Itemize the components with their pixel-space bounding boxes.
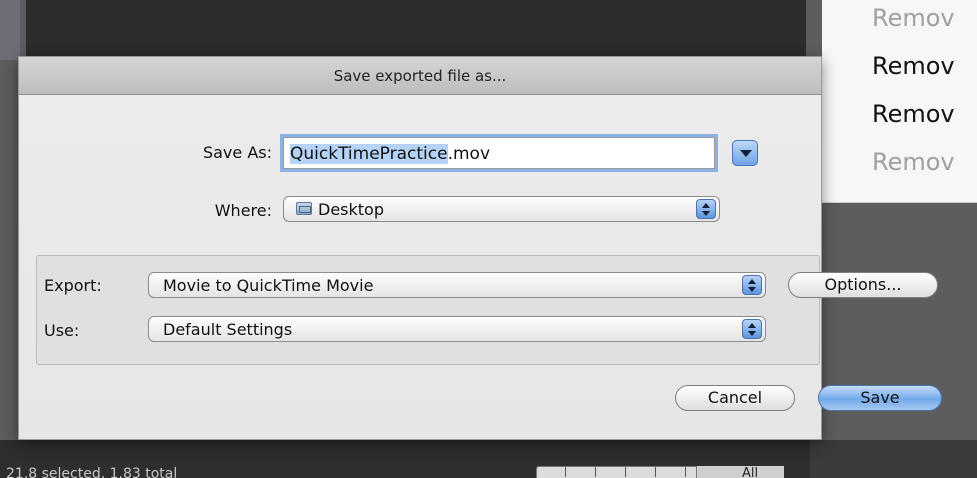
expand-dialog-button[interactable] (732, 140, 758, 166)
folder-icon (296, 202, 312, 215)
list-item[interactable]: Remov (872, 4, 955, 32)
cancel-button[interactable]: Cancel (675, 385, 795, 411)
use-value: Default Settings (163, 320, 293, 339)
where-label: Where: (214, 201, 272, 220)
timeline-tick (685, 467, 686, 477)
save-dialog: Save exported file as... (18, 56, 822, 440)
updown-arrows-icon (742, 275, 762, 295)
timeline-all-area (696, 466, 784, 478)
filename-input[interactable]: QuickTimePractice.mov (283, 137, 715, 169)
dialog-title: Save exported file as... (333, 67, 507, 85)
timeline-tick (655, 467, 656, 477)
use-popup[interactable]: Default Settings (148, 316, 766, 342)
export-value: Movie to QuickTime Movie (163, 276, 374, 295)
export-label: Export: (44, 276, 102, 295)
save-as-label: Save As: (202, 143, 272, 162)
side-list: Remov Remov Remov Remov (822, 0, 977, 203)
selection-status-text: 21.8 selected, 1.83 total (6, 466, 178, 478)
where-popup[interactable]: Desktop (283, 196, 720, 222)
updown-arrows-icon (742, 319, 762, 339)
save-button[interactable]: Save (818, 385, 942, 411)
list-item[interactable]: Remov (872, 100, 955, 128)
timeline-tick (595, 467, 596, 477)
background-left-edge (0, 0, 20, 60)
background-panel (26, 0, 806, 62)
timeline-all-button[interactable]: All (742, 466, 758, 478)
export-popup[interactable]: Movie to QuickTime Movie (148, 272, 766, 298)
filename-extension: .mov (447, 144, 491, 164)
updown-arrows-icon (696, 199, 716, 219)
dialog-title-bar: Save exported file as... (19, 57, 821, 95)
use-label: Use: (44, 321, 80, 340)
triangle-down-icon (740, 150, 752, 157)
list-item[interactable]: Remov (872, 52, 955, 80)
timeline-tick (625, 467, 626, 477)
where-value: Desktop (318, 200, 384, 219)
timeline-tick (565, 467, 566, 477)
filename-value: QuickTimePractice.mov (290, 144, 490, 164)
filename-selection: QuickTimePractice (290, 144, 448, 164)
options-button[interactable]: Options... (788, 272, 938, 298)
list-item[interactable]: Remov (872, 148, 955, 176)
